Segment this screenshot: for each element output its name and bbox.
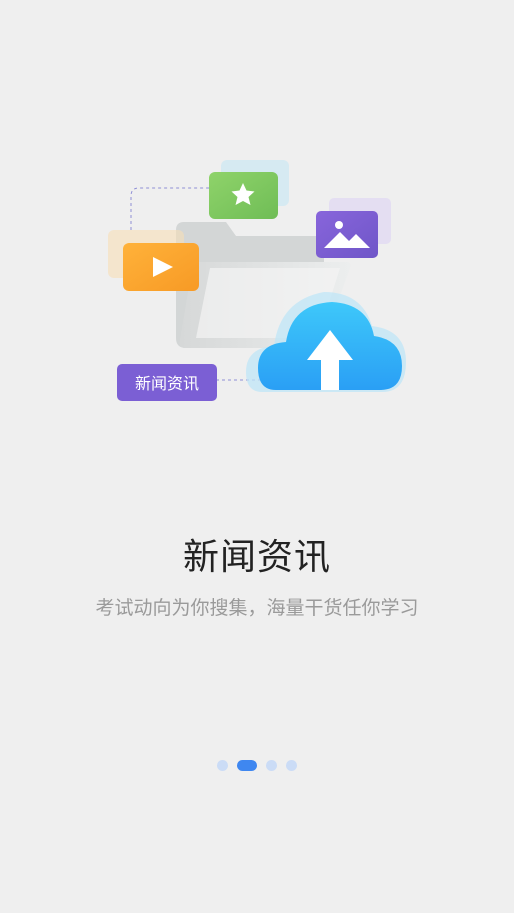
page-dot-4[interactable] <box>286 759 297 771</box>
page-subtitle: 考试动向为你搜集，海量干货任你学习 <box>95 597 419 619</box>
category-badge-label: 新闻资讯 <box>135 374 199 393</box>
sun-icon <box>335 221 343 229</box>
onboarding-illustration: 新闻资讯 <box>0 0 514 460</box>
page-dot-1[interactable] <box>217 759 228 771</box>
category-badge: 新闻资讯 <box>117 364 217 401</box>
image-card <box>316 198 391 258</box>
page-dot-2-active[interactable] <box>237 759 257 771</box>
page-indicator <box>0 759 514 771</box>
page-title: 新闻资讯 <box>182 537 331 578</box>
star-card <box>209 160 289 219</box>
page-dot-3[interactable] <box>266 759 277 771</box>
